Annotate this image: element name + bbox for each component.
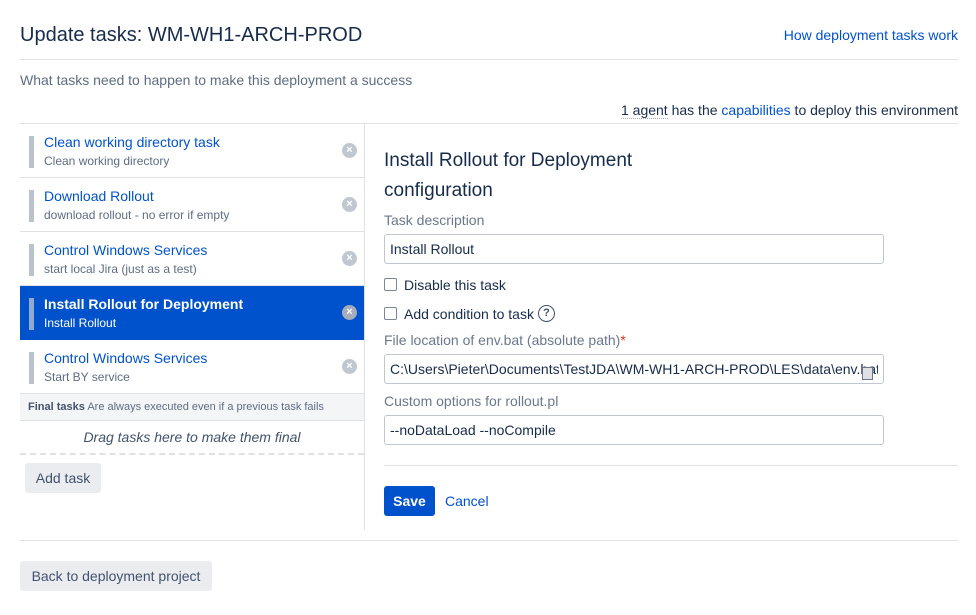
page-title: Update tasks: WM-WH1-ARCH-PROD bbox=[20, 24, 363, 46]
drag-handle-icon[interactable] bbox=[29, 190, 34, 222]
required-marker: * bbox=[620, 332, 626, 348]
task-name: Install Rollout for Deployment bbox=[44, 296, 244, 312]
task-item-selected[interactable]: Install Rollout for Deployment Install R… bbox=[20, 286, 364, 340]
task-item[interactable]: Control Windows Services start local Jir… bbox=[20, 232, 364, 286]
task-item[interactable]: Control Windows Services Start BY servic… bbox=[20, 340, 364, 394]
remove-task-icon[interactable]: × bbox=[342, 143, 357, 158]
drag-handle-icon[interactable] bbox=[29, 244, 34, 276]
task-list: Clean working directory task Clean worki… bbox=[20, 124, 364, 455]
task-description: Clean working directory bbox=[44, 154, 170, 168]
page-header: Update tasks: WM-WH1-ARCH-PROD How deplo… bbox=[20, 20, 958, 60]
back-to-deployment-project-button[interactable]: Back to deployment project bbox=[20, 561, 212, 591]
task-description-input[interactable] bbox=[384, 234, 884, 264]
task-name: Control Windows Services bbox=[44, 242, 208, 258]
final-tasks-note: Are always executed even if a previous t… bbox=[87, 401, 324, 413]
task-description: download rollout - no error if empty bbox=[44, 208, 230, 222]
add-task-button[interactable]: Add task bbox=[25, 463, 101, 493]
task-description: Install Rollout bbox=[44, 316, 117, 330]
disable-task-label[interactable]: Disable this task bbox=[404, 277, 506, 293]
drag-handle-icon[interactable] bbox=[29, 352, 34, 384]
divider bbox=[20, 540, 958, 541]
task-description: Start BY service bbox=[44, 370, 130, 384]
divider bbox=[384, 465, 958, 466]
task-item[interactable]: Clean working directory task Clean worki… bbox=[20, 124, 364, 178]
remove-task-icon[interactable]: × bbox=[342, 197, 357, 212]
final-tasks-drop-zone[interactable]: Drag tasks here to make them final bbox=[20, 421, 364, 455]
add-condition-label[interactable]: Add condition to task bbox=[404, 306, 534, 322]
agent-capabilities-info: 1 agent has the capabilities to deploy t… bbox=[620, 102, 958, 119]
add-condition-checkbox[interactable] bbox=[384, 307, 397, 320]
cancel-link[interactable]: Cancel bbox=[445, 493, 489, 509]
task-description-label: Task description bbox=[384, 212, 485, 228]
disable-task-checkbox[interactable] bbox=[384, 278, 397, 291]
task-name: Control Windows Services bbox=[44, 350, 208, 366]
file-location-label: File location of env.bat (absolute path)… bbox=[384, 332, 958, 348]
vertical-divider bbox=[364, 124, 365, 530]
final-tasks-label: Final tasks bbox=[28, 401, 85, 413]
remove-task-icon[interactable]: × bbox=[342, 305, 357, 320]
file-location-wrap bbox=[384, 354, 884, 384]
custom-options-input[interactable] bbox=[384, 415, 884, 445]
file-location-label-text: File location of env.bat (absolute path) bbox=[384, 332, 621, 348]
remove-task-icon[interactable]: × bbox=[342, 251, 357, 266]
drag-handle-icon[interactable] bbox=[29, 298, 34, 330]
disable-task-row: Disable this task bbox=[384, 275, 958, 294]
help-icon[interactable]: ? bbox=[537, 305, 555, 322]
agent-info-text: has the bbox=[667, 102, 722, 118]
add-condition-row: Add condition to task ? bbox=[384, 304, 958, 323]
task-name: Clean working directory task bbox=[44, 134, 220, 150]
save-button[interactable]: Save bbox=[384, 486, 435, 516]
agent-info-suffix: to deploy this environment bbox=[790, 102, 958, 118]
task-name: Download Rollout bbox=[44, 188, 154, 204]
config-title: Install Rollout for Deployment configura… bbox=[384, 150, 633, 201]
task-description: start local Jira (just as a test) bbox=[44, 262, 197, 276]
file-browse-icon[interactable] bbox=[862, 367, 873, 380]
agent-count[interactable]: 1 agent bbox=[620, 102, 668, 119]
custom-options-label: Custom options for rollout.pl bbox=[384, 393, 559, 409]
how-deployment-tasks-work-link[interactable]: How deployment tasks work bbox=[784, 27, 958, 43]
page-subtitle: What tasks need to happen to make this d… bbox=[20, 72, 413, 88]
file-location-input[interactable] bbox=[384, 354, 884, 384]
task-config-panel: Install Rollout for Deployment configura… bbox=[384, 146, 958, 445]
remove-task-icon[interactable]: × bbox=[342, 359, 357, 374]
final-tasks-header: Final tasks Are always executed even if … bbox=[20, 394, 364, 421]
drag-handle-icon[interactable] bbox=[29, 136, 34, 168]
task-item[interactable]: Download Rollout download rollout - no e… bbox=[20, 178, 364, 232]
capabilities-link[interactable]: capabilities bbox=[721, 102, 790, 118]
